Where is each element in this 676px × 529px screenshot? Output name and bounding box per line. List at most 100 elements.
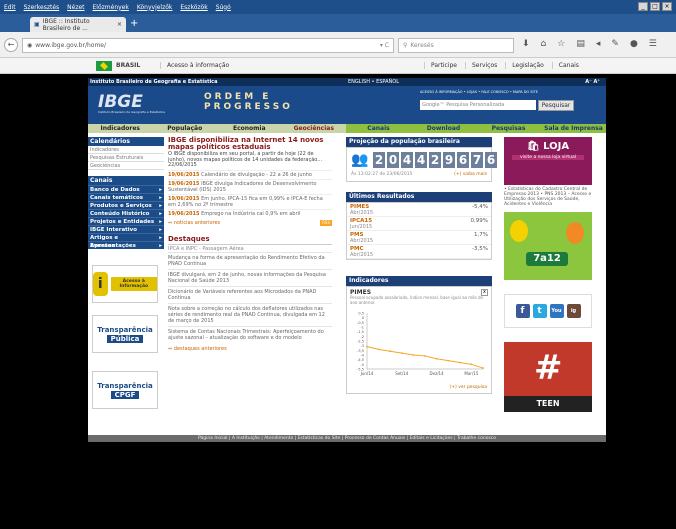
population-counter[interactable]: 👥 2 0 4 4 2 9 6 7 6 Às 13:02:27 de 23/06… bbox=[346, 147, 497, 182]
calendar-item[interactable]: Pesquisas Estruturais bbox=[88, 154, 164, 162]
canal-item[interactable]: Produtos e Serviços ▸ bbox=[88, 201, 164, 209]
back-icon[interactable]: ← bbox=[4, 38, 18, 52]
footer-links[interactable]: Página Inicial | A Instituição | Atendim… bbox=[88, 435, 606, 442]
acesso-informacao-banner[interactable]: i Acesso à Informação bbox=[92, 265, 158, 303]
download-icon[interactable]: ⬇ bbox=[522, 39, 530, 49]
menu-edit[interactable]: Edit bbox=[4, 4, 16, 11]
ibge-7a12-banner[interactable]: 7a12 bbox=[504, 212, 592, 280]
quick-links[interactable]: ACESSO À INFORMAÇÃO • LOJAS • FALE CONOS… bbox=[420, 90, 538, 94]
arrow-right-icon: ▸ bbox=[159, 203, 162, 209]
bookmark-star-icon[interactable]: ☆ bbox=[557, 39, 565, 49]
indicator-close-icon[interactable]: x bbox=[481, 289, 488, 296]
result-row[interactable]: PIMES Abr/2015 -5,4% bbox=[347, 203, 491, 217]
indicators-heading: Indicadores bbox=[346, 276, 492, 286]
rss-icon[interactable]: RSS bbox=[320, 219, 332, 226]
destaque-item[interactable]: Nota sobre a correção no cálculo dos def… bbox=[168, 302, 332, 326]
previous-news-link[interactable]: ⇔ notícias anteriores bbox=[168, 220, 220, 226]
loja-banner[interactable]: 🛍 LOJA visite a nossa loja virtual bbox=[504, 137, 592, 185]
destaque-item[interactable]: Sistema de Contas Nacionais Trimestrais:… bbox=[168, 325, 332, 343]
minimize-button[interactable]: _ bbox=[638, 2, 648, 11]
news-item[interactable]: 19/06/2015 Em junho, IPCA-15 fica em 0,9… bbox=[168, 193, 332, 208]
result-period: Abr/2015 bbox=[350, 210, 374, 216]
result-row[interactable]: PMC Abr/2015 -3,5% bbox=[347, 245, 491, 259]
gov-link-participe[interactable]: Participe bbox=[424, 62, 457, 69]
y-tick-label: -4 bbox=[361, 354, 365, 358]
profile-icon[interactable]: ● bbox=[630, 39, 638, 49]
brasil-link[interactable]: BRASIL bbox=[116, 62, 140, 69]
x-tick-label: Mar/15 bbox=[464, 371, 478, 376]
gov-link-canais[interactable]: Canais bbox=[551, 62, 579, 69]
transparencia-cpgf-banner[interactable]: Transparência CPGF bbox=[92, 371, 158, 409]
new-tab-icon[interactable]: + bbox=[130, 18, 138, 29]
gov-link-servicos[interactable]: Serviços bbox=[464, 62, 497, 69]
menu-indicadores[interactable]: Indicadores bbox=[88, 124, 153, 133]
result-row[interactable]: PMS Abr/2015 1,7% bbox=[347, 231, 491, 245]
menu-geociencias[interactable]: Geociências bbox=[282, 124, 347, 133]
news-item[interactable]: 19/06/2015 IBGE divulga Indicadores de D… bbox=[168, 178, 332, 193]
secondary-menu: Canais Download Pesquisas Sala de Impren… bbox=[346, 124, 606, 133]
address-bar[interactable]: ◉ www.ibge.gov.br/home/ ▾ C bbox=[22, 38, 394, 53]
maximize-button[interactable]: □ bbox=[650, 2, 660, 11]
ibge-teen-banner[interactable]: # TEEN bbox=[504, 342, 592, 412]
search-button[interactable]: Pesquisar bbox=[538, 100, 574, 111]
close-tab-icon[interactable]: × bbox=[117, 21, 122, 28]
extension-icon[interactable]: ✎ bbox=[611, 39, 619, 49]
menu-elozmenyek[interactable]: Előzmények bbox=[93, 4, 129, 11]
browser-tab[interactable]: ▣ IBGE :: Instituto Brasileiro de ... × bbox=[30, 17, 126, 32]
loja-bag-icon: 🛍 bbox=[526, 141, 540, 152]
home-icon[interactable]: ⌂ bbox=[541, 39, 547, 49]
results-heading: Últimos Resultados bbox=[346, 192, 492, 202]
menu-sugo[interactable]: Súgó bbox=[216, 4, 231, 11]
canal-item[interactable]: Projetos e Entidades ▸ bbox=[88, 217, 164, 225]
canal-item[interactable]: IBGE Interativo ▸ bbox=[88, 225, 164, 233]
calendar-item[interactable]: Indicadores bbox=[88, 146, 164, 154]
result-value: -3,5% bbox=[472, 246, 488, 252]
headline-link[interactable]: IBGE disponibiliza na Internet 14 novos … bbox=[168, 137, 332, 151]
transparencia-publica-banner[interactable]: Transparência Pública bbox=[92, 315, 158, 353]
reload-icon[interactable]: ▾ C bbox=[380, 42, 389, 49]
clipboard-icon[interactable]: ▤ bbox=[576, 39, 585, 49]
facebook-icon[interactable]: f bbox=[515, 304, 530, 318]
destaque-item[interactable]: Dicionário de Variáveis referentes aos M… bbox=[168, 285, 332, 303]
menu-download[interactable]: Download bbox=[411, 124, 476, 133]
indicator-more-link[interactable]: (+) ver pesquisa bbox=[450, 385, 487, 390]
menu-nezet[interactable]: Nézet bbox=[67, 4, 84, 11]
canal-item[interactable]: Banco de Dados ▸ bbox=[88, 185, 164, 193]
canal-item[interactable]: Canais temáticos ▸ bbox=[88, 193, 164, 201]
gov-link-legislacao[interactable]: Legislação bbox=[505, 62, 544, 69]
ibge-logo[interactable]: IBGE Instituto Brasileiro de Geografia e… bbox=[98, 92, 165, 114]
youtube-icon[interactable]: You bbox=[549, 304, 564, 318]
site-search-input[interactable]: Google™ Pesquisa Personalizada bbox=[420, 100, 536, 110]
calendar-item[interactable]: Geociências bbox=[88, 162, 164, 170]
population-more-link[interactable]: (+) saiba mais bbox=[454, 172, 487, 177]
menu-konyvjelzok[interactable]: Könyvjelzők bbox=[137, 4, 173, 11]
language-links[interactable]: ENGLISH • ESPAÑOL bbox=[348, 78, 399, 86]
menu-economia[interactable]: Economia bbox=[217, 124, 282, 133]
news-item[interactable]: 19/06/2015 Emprego na Indústria cai 0,9%… bbox=[168, 208, 332, 217]
result-row[interactable]: IPCA15 Jun/2015 0,99% bbox=[347, 217, 491, 231]
menu-eszkozok[interactable]: Eszközök bbox=[180, 4, 207, 11]
menu-pesquisas[interactable]: Pesquisas bbox=[476, 124, 541, 133]
font-size-controls[interactable]: A⁻ A⁺ bbox=[585, 78, 600, 86]
canal-item[interactable]: Artigos e Apresentações ▸ bbox=[88, 233, 164, 249]
menu-szerkesztes[interactable]: Szerkesztés bbox=[24, 4, 60, 11]
loja-links[interactable]: • Estatísticas do Cadastro Central de Em… bbox=[504, 187, 602, 207]
canal-item[interactable]: Conteúdo Histórico ▸ bbox=[88, 209, 164, 217]
previous-highlights-link[interactable]: ⇔ destaques anteriores bbox=[168, 346, 227, 352]
menu-populacao[interactable]: População bbox=[153, 124, 218, 133]
destaque-item[interactable]: Mudança na forma de apresentação do Rend… bbox=[168, 251, 332, 269]
menu-sala-imprensa[interactable]: Sala de Imprensa bbox=[541, 124, 606, 133]
previous-highlights-label: destaques anteriores bbox=[173, 345, 227, 352]
menu-canais[interactable]: Canais bbox=[346, 124, 411, 133]
pocket-icon[interactable]: ◂ bbox=[596, 39, 601, 49]
browser-search-input[interactable]: ⚲ Keresés bbox=[398, 38, 514, 53]
close-window-button[interactable]: × bbox=[662, 2, 672, 11]
twitter-icon[interactable]: t bbox=[532, 304, 547, 318]
acesso-informacao-link[interactable]: Acesso à informação bbox=[160, 62, 229, 69]
news-item[interactable]: 19/06/2015 Calendário de divulgação - 22… bbox=[168, 169, 332, 178]
hamburger-menu-icon[interactable]: ☰ bbox=[649, 39, 657, 49]
instagram-icon[interactable]: ig bbox=[566, 304, 581, 318]
destaque-item[interactable]: IBGE divulgará, em 2 de junho, novas inf… bbox=[168, 268, 332, 286]
kid-character-icon bbox=[510, 220, 528, 242]
